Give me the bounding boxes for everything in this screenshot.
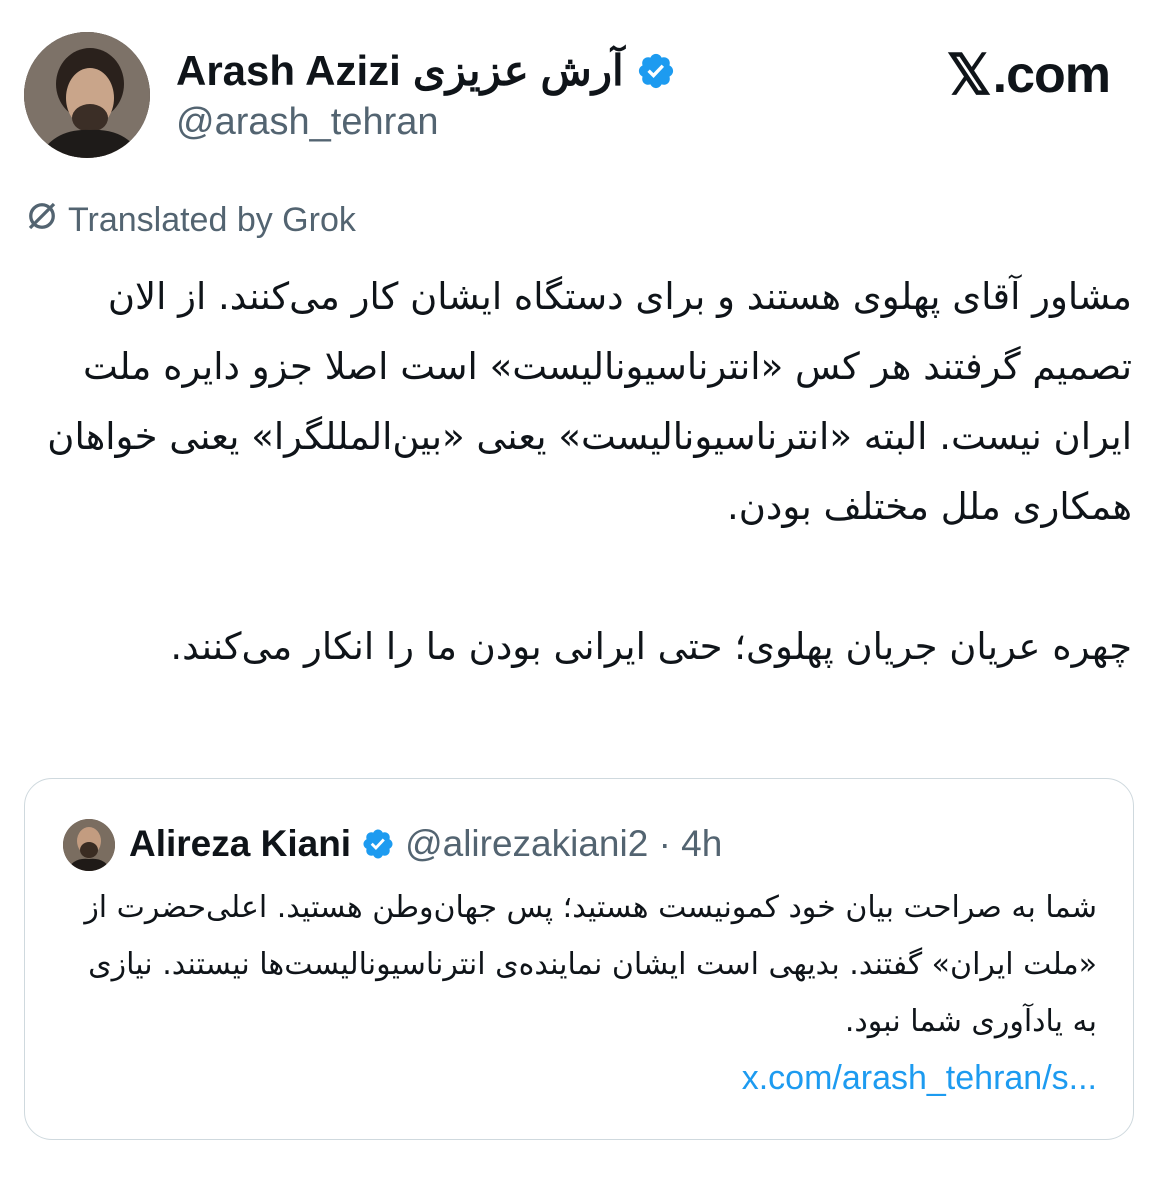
author-handle[interactable]: @arash_tehran xyxy=(176,101,439,144)
author-name[interactable]: Arash Azizi xyxy=(176,47,401,95)
author-name-line[interactable]: Arash Azizi آرش عزیزی xyxy=(176,46,676,95)
quoted-tweet-link[interactable]: x.com/arash_tehran/s... xyxy=(742,1050,1097,1107)
x-logo: 𝕏 .com xyxy=(946,42,1112,108)
author-name-fa[interactable]: آرش عزیزی xyxy=(413,46,624,95)
translation-notice-label: Translated by Grok xyxy=(68,201,356,239)
tweet-paragraph: مشاور آقای پهلوی هستند و برای دستگاه ایش… xyxy=(47,275,1132,528)
author-avatar[interactable] xyxy=(24,32,150,158)
quoted-author-name[interactable]: Alireza Kiani xyxy=(129,823,351,865)
quoted-author-avatar[interactable] xyxy=(63,819,115,871)
quoted-tweet-paragraph: شما به صراحت بیان خود کمونیست هستید؛ پس … xyxy=(84,890,1097,1039)
author-avatar-image xyxy=(24,32,150,158)
verified-badge-icon xyxy=(361,827,395,861)
quoted-author-avatar-image xyxy=(63,819,115,871)
tweet-text: مشاور آقای پهلوی هستند و برای دستگاه ایش… xyxy=(28,262,1132,682)
quoted-author-handle-time[interactable]: @alirezakiani2 · 4h xyxy=(405,823,722,865)
translation-notice[interactable]: Translated by Grok xyxy=(24,198,356,243)
verified-badge-icon[interactable] xyxy=(636,51,676,91)
brand-domain: .com xyxy=(992,46,1111,104)
quoted-tweet-header: Alireza Kiani @alirezakiani2 · 4h xyxy=(129,823,722,865)
no-translate-icon xyxy=(24,198,60,243)
quoted-tweet-text: شما به صراحت بیان خود کمونیست هستید؛ پس … xyxy=(61,879,1097,1108)
tweet-paragraph: چهره عریان جریان پهلوی؛ حتی ایرانی بودن … xyxy=(170,625,1132,668)
x-logo-icon: 𝕏 xyxy=(946,43,992,106)
quoted-tweet-card[interactable]: Alireza Kiani @alirezakiani2 · 4h شما به… xyxy=(24,778,1134,1140)
